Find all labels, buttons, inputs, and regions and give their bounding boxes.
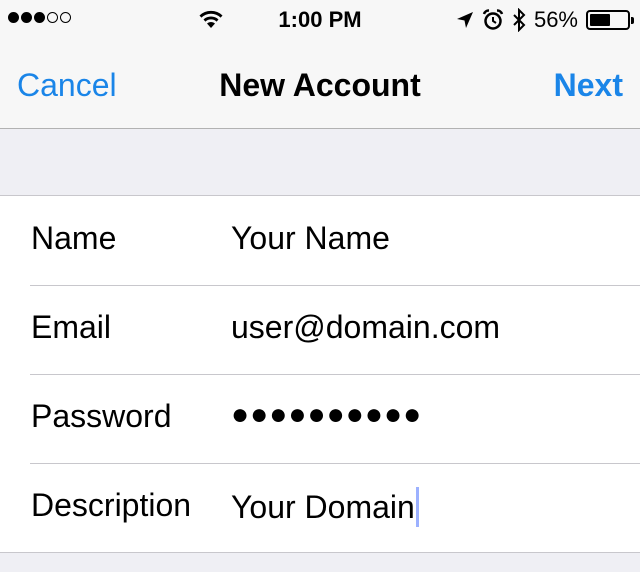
account-form: Name Your Name Email user@domain.com Pas… [0, 195, 640, 553]
battery-nub [631, 17, 634, 24]
form-row-name[interactable]: Name Your Name [0, 196, 640, 285]
status-right-group: 56% [456, 6, 634, 34]
password-label: Password [31, 398, 172, 434]
name-label: Name [31, 220, 117, 256]
navigation-bar: Cancel New Account Next [0, 40, 640, 128]
battery-percentage: 56% [533, 7, 578, 32]
email-field[interactable]: user@domain.com [231, 309, 500, 346]
description-label: Description [31, 487, 192, 523]
top-bar: 1:00 PM 56% Cancel New Account Next [0, 0, 640, 129]
description-field[interactable]: Your Domain [231, 487, 419, 527]
next-button[interactable]: Next [554, 67, 623, 104]
status-bar: 1:00 PM 56% [0, 0, 640, 40]
location-arrow-icon [456, 12, 473, 28]
alarm-clock-icon [482, 9, 504, 30]
description-value: Your Domain [231, 489, 415, 525]
email-label: Email [31, 309, 112, 345]
bluetooth-icon [513, 8, 526, 32]
form-row-description[interactable]: Description Your Domain [0, 463, 640, 552]
battery-fill [590, 14, 611, 26]
name-field[interactable]: Your Name [231, 220, 390, 257]
form-row-password[interactable]: Password ●●●●●●●●●● [0, 374, 640, 463]
battery-icon [586, 10, 634, 30]
page-title: New Account [219, 67, 421, 103]
form-row-email[interactable]: Email user@domain.com [0, 285, 640, 374]
new-account-screen: 1:00 PM 56% Cancel New Account Next Name… [0, 0, 640, 572]
password-field[interactable]: ●●●●●●●●●● [231, 398, 422, 432]
text-cursor [415, 487, 419, 527]
